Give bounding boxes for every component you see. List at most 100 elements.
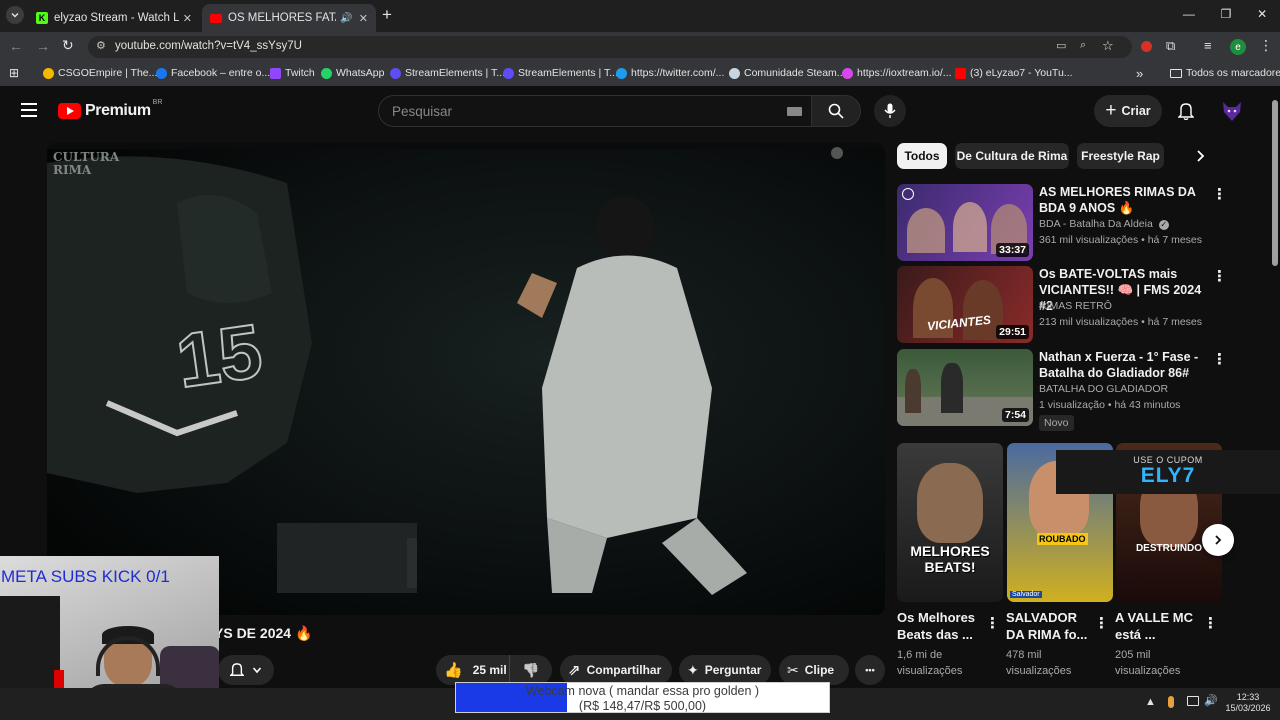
bookmark-item[interactable]: WhatsApp <box>321 67 384 79</box>
tab-close-icon[interactable]: ✕ <box>359 12 368 25</box>
chip-all[interactable]: Todos <box>897 143 947 169</box>
extension-puzzle-icon[interactable]: ⧉ <box>1166 38 1175 54</box>
youtube-favicon-icon <box>210 13 222 23</box>
related-thumbnail[interactable]: 7:54 <box>897 349 1033 426</box>
tab-youtube-active[interactable]: OS MELHORES FATALITYS D 🔊 ✕ <box>202 4 376 32</box>
video-duration: 7:54 <box>1001 408 1029 422</box>
youtube-premium-logo[interactable]: Premium BR <box>58 99 162 120</box>
related-channel[interactable]: BDA - Batalha Da Aldeia ✓ <box>1039 216 1169 232</box>
all-bookmarks-folder[interactable]: Todos os marcadores <box>1170 67 1280 79</box>
search-box[interactable]: Pesquisar <box>378 95 812 127</box>
microphone-icon <box>884 103 896 118</box>
bookmark-star-icon[interactable]: ☆ <box>1102 38 1114 54</box>
back-arrow-icon[interactable]: ← <box>9 38 23 54</box>
like-button[interactable]: 👍 25 mil <box>436 655 510 685</box>
related-title[interactable]: AS MELHORES RIMAS DA BDA 9 ANOS 🔥 <box>1039 184 1203 216</box>
short-title[interactable]: A VALLE MC está ... <box>1115 609 1201 643</box>
share-button[interactable]: ⇗ Compartilhar <box>560 655 672 685</box>
site-info-icon[interactable]: ⚙ <box>96 39 106 52</box>
short-menu-icon[interactable]: ⋮ <box>985 614 1000 632</box>
bookmarks-overflow-icon[interactable]: » <box>1136 66 1143 81</box>
related-menu-icon[interactable]: ⋮ <box>1212 267 1227 285</box>
video-player[interactable]: CULTURA RIMA 15 <box>47 143 885 615</box>
media-control-icon[interactable]: ≡ <box>1204 38 1212 53</box>
chip-freestyle-rap[interactable]: Freestyle Rap <box>1077 143 1164 169</box>
related-channel[interactable]: RIMAS RETRÔ <box>1039 298 1112 314</box>
whatsapp-icon <box>321 67 332 79</box>
close-window-icon[interactable]: ✕ <box>1257 7 1267 21</box>
subscribe-bell-button[interactable] <box>218 655 274 685</box>
like-dislike-group: 👍 25 mil 👎 <box>436 655 552 685</box>
url-text[interactable]: youtube.com/watch?v=tV4_ssYsy7U <box>115 40 302 52</box>
dislike-button[interactable]: 👎 <box>510 655 552 685</box>
search-input[interactable]: Pesquisar <box>392 104 452 119</box>
short-thumbnail[interactable]: MELHORES BEATS! <box>897 443 1003 602</box>
bookmark-item[interactable]: https://twitter.com/... <box>616 67 724 79</box>
scrollbar-thumb[interactable] <box>1272 100 1278 266</box>
network-icon[interactable] <box>1187 696 1199 706</box>
search-button[interactable] <box>811 95 861 127</box>
forward-arrow-icon[interactable]: → <box>36 38 50 54</box>
jersey-number: 15 <box>170 308 268 406</box>
related-title[interactable]: Nathan x Fuerza - 1° Fase - Batalha do G… <box>1039 349 1199 381</box>
page-scrollbar[interactable] <box>1270 88 1280 688</box>
clock[interactable]: 12:33 15/03/2026 <box>1222 692 1274 714</box>
bookmark-item[interactable]: (3) eLyzao7 - YouTu... <box>955 67 1073 79</box>
notifications-bell-icon[interactable] <box>1177 102 1195 125</box>
chips-next-icon[interactable] <box>1192 148 1208 169</box>
speaker-icon[interactable]: 🔊 <box>340 13 352 24</box>
bookmark-item[interactable]: Twitch <box>270 67 315 79</box>
short-title[interactable]: SALVADOR DA RIMA fo... <box>1006 609 1092 643</box>
search-icon <box>828 103 844 119</box>
reload-icon[interactable]: ↻ <box>62 37 74 54</box>
address-bar[interactable]: ⚙ youtube.com/watch?v=tV4_ssYsy7U ▭ ⌕ ☆ <box>88 36 1152 58</box>
voice-search-button[interactable] <box>874 95 906 127</box>
more-actions-button[interactable]: ••• <box>855 655 885 685</box>
clock-time: 12:33 <box>1236 692 1260 702</box>
chip-de-cultura-de-rima[interactable]: De Cultura de Rima <box>955 143 1069 169</box>
related-thumbnail[interactable]: 33:37 <box>897 184 1033 261</box>
bookmark-item[interactable]: StreamElements | T... <box>503 67 618 79</box>
sparkle-icon: ✦ <box>687 661 699 678</box>
hamburger-menu-icon[interactable] <box>21 103 37 117</box>
user-avatar[interactable] <box>1221 100 1243 122</box>
clip-button[interactable]: ✂ Clipe <box>779 655 849 685</box>
related-thumbnail[interactable]: VICIANTES 29:51 <box>897 266 1033 343</box>
bookmark-item[interactable]: CSGOEmpire | The... <box>43 67 157 79</box>
ask-button[interactable]: ✦ Perguntar <box>679 655 771 685</box>
tray-chevron-up-icon[interactable]: ▲ <box>1145 696 1156 708</box>
zoom-icon[interactable]: ⌕ <box>1080 39 1086 52</box>
related-menu-icon[interactable]: ⋮ <box>1212 350 1227 368</box>
profile-avatar[interactable]: e <box>1230 39 1246 55</box>
restore-icon[interactable]: ❐ <box>1221 7 1232 21</box>
browser-tab-strip: K elyzao Stream - Watch Live on ✕ OS MEL… <box>0 0 1280 32</box>
related-channel[interactable]: BATALHA DO GLADIADOR <box>1039 381 1168 397</box>
clip-label: Clipe <box>804 663 835 677</box>
related-menu-icon[interactable]: ⋮ <box>1212 185 1227 203</box>
short-overlay-text: ROUBADO <box>1037 533 1088 545</box>
create-button[interactable]: + Criar <box>1094 95 1162 127</box>
related-meta: 213 mil visualizações • há 7 meses <box>1039 316 1203 328</box>
bookmark-item[interactable]: StreamElements | T... <box>390 67 505 79</box>
keyboard-icon[interactable] <box>787 107 802 116</box>
short-title[interactable]: Os Melhores Beats das ... <box>897 609 983 643</box>
shorts-next-button[interactable] <box>1202 524 1234 556</box>
tab-close-icon[interactable]: ✕ <box>183 12 192 25</box>
ask-label: Perguntar <box>704 663 762 677</box>
tab-kick[interactable]: K elyzao Stream - Watch Live on ✕ <box>28 4 200 32</box>
microphone-tray-icon[interactable] <box>1168 696 1174 708</box>
kick-icon: K <box>36 12 48 24</box>
volume-icon[interactable]: 🔊 <box>1204 694 1218 707</box>
bookmark-item[interactable]: Comunidade Steam... <box>729 67 846 79</box>
minimize-icon[interactable]: — <box>1183 7 1195 21</box>
tab-search-button[interactable] <box>6 6 24 24</box>
short-menu-icon[interactable]: ⋮ <box>1094 614 1109 632</box>
new-tab-button[interactable]: + <box>382 5 392 25</box>
short-menu-icon[interactable]: ⋮ <box>1203 614 1218 632</box>
extension-red-icon[interactable] <box>1141 41 1152 52</box>
bookmark-item[interactable]: https://ioxtream.io/... <box>842 67 952 79</box>
browser-menu-icon[interactable]: ⋮ <box>1259 37 1273 54</box>
install-app-icon[interactable]: ▭ <box>1056 39 1066 52</box>
apps-grid-icon[interactable]: ⊞ <box>9 66 19 80</box>
bookmark-item[interactable]: Facebook – entre o... <box>156 67 270 79</box>
